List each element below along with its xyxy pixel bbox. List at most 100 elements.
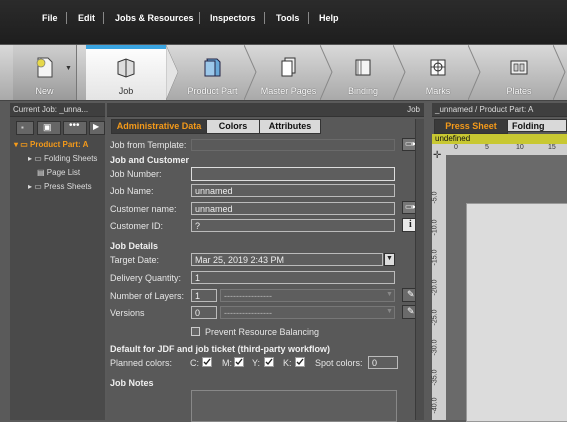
ruler-tick-label: -5.0 [431,191,439,204]
checkmark-icon [235,358,243,366]
tree-item-folding-sheets[interactable]: ▸ ▭ Folding Sheets [28,154,97,163]
step-marks-label: Marks [425,86,451,96]
tree-label: Page List [46,168,81,177]
ruler-tick-label: 10 [516,144,524,151]
menu-file[interactable]: File [42,13,58,23]
step-marks[interactable]: Marks [407,45,469,100]
panel-title: _unnamed / Product Part: A [432,103,567,117]
step-job-label: Job [118,86,134,96]
tree-item-press-sheets[interactable]: ▸ ▭ Press Sheets [28,182,92,191]
delivery-quantity-field[interactable]: 1 [191,271,395,284]
target-date-field[interactable]: Mar 25, 2019 2:43 PM [191,253,383,266]
job-notes-textarea[interactable] [191,390,397,422]
product-part-icon [204,58,220,77]
magenta-checkbox[interactable] [234,357,244,367]
menu-separator [308,12,309,24]
yellow-label: Y: [252,358,261,368]
ruler-tick-label: -25.0 [431,309,439,326]
customer-name-field[interactable]: unnamed [191,202,395,215]
section-job-customer: Job and Customer [110,155,190,165]
target-date-label: Target Date: [110,255,160,265]
job-number-field[interactable] [191,167,395,181]
checkmark-icon [265,358,273,366]
ruler-tick-label: -40.0 [431,397,439,414]
step-plates-label: Plates [506,86,532,96]
new-button[interactable]: ▼ New [13,45,77,100]
step-arrow-icon [166,45,179,100]
product-part-folder-icon: ▭ [20,140,28,149]
menu-inspectors[interactable]: Inspectors [210,13,256,23]
vertical-ruler: ✛ -5.0 -10.0 -15.0 -20.0 -25.0 -30.0 -35… [431,144,446,420]
pencil-icon: ✎ [407,289,415,299]
folder-icon: ▭ [34,154,42,163]
versions-label: Versions [110,308,145,318]
customer-id-field[interactable]: ? [191,219,395,232]
ruler-tick-label: -15.0 [431,249,439,266]
new-document-icon [36,57,53,78]
menu-edit[interactable]: Edit [78,13,95,23]
tab-folding-sheets[interactable]: Folding Shee [507,119,567,132]
more-button[interactable]: ••• [63,120,87,135]
job-from-template-field[interactable] [191,139,395,151]
chevron-down-icon: ▼ [386,291,393,298]
press-sheet-preview [466,203,567,422]
status-bar: undefined [432,134,567,144]
print-button[interactable]: ▣ [37,121,61,135]
black-label: K: [283,358,292,368]
press-sheet-panel: _unnamed / Product Part: A Press Sheet F… [431,103,567,422]
ruler-tick-label: 5 [485,144,489,151]
step-product-part-label: Product Part [187,86,238,96]
cyan-checkbox[interactable] [202,357,212,367]
printer-icon: ▣ [43,122,52,132]
versions-field[interactable]: 0 [191,306,217,319]
tree-item-product-part[interactable]: ▾ ▭ Product Part: A [14,140,88,149]
chevron-down-icon: ▾ [14,140,19,149]
job-number-label: Job Number: [110,169,162,179]
tab-administrative-data[interactable]: Administrative Data [111,119,207,134]
spot-colors-label: Spot colors: [315,358,363,368]
sheet-canvas[interactable] [446,155,567,422]
job-name-field[interactable]: unnamed [191,184,395,197]
marks-icon [430,59,446,76]
forward-button[interactable]: ▶ [89,121,105,135]
tree-label: Press Sheets [44,182,92,191]
step-binding-label: Binding [347,86,379,96]
menu-tools[interactable]: Tools [276,13,299,23]
menu-help[interactable]: Help [319,13,339,23]
chevron-right-icon: ▸ [28,182,33,191]
step-product-part[interactable]: Product Part [180,45,245,100]
tree-root-label: Product Part: A [30,140,89,149]
checkmark-icon [203,358,211,366]
step-master-pages[interactable]: Master Pages [256,45,321,100]
date-dropdown-button[interactable]: ▼ [384,253,395,266]
section-jdf-defaults: Default for JDF and job ticket (third-pa… [110,344,331,354]
number-of-layers-field[interactable]: 1 [191,289,217,302]
master-pages-icon [281,57,295,77]
step-binding[interactable]: Binding [332,45,394,100]
menu-jobs-resources[interactable]: Jobs & Resources [115,13,194,23]
black-checkbox[interactable] [295,357,305,367]
prevent-resource-balancing-checkbox[interactable] [191,327,200,336]
step-plates[interactable]: Plates [485,45,553,100]
delivery-quantity-label: Delivery Quantity: [110,273,182,283]
scrollbar[interactable] [415,119,424,420]
yellow-checkbox[interactable] [264,357,274,367]
spot-colors-field[interactable]: 0 [368,356,398,369]
tab-press-sheet[interactable]: Press Sheet [434,119,508,134]
ruler-tick-label: -35.0 [431,369,439,386]
tree-item-page-list[interactable]: ▤ Page List [37,168,80,177]
tab-colors[interactable]: Colors [206,119,260,134]
workflow-toolbar: ▼ New Job Product Part Master Pages Bind… [0,45,567,101]
menu-separator [264,12,265,24]
versions-select[interactable]: ---------------- [220,306,395,319]
save-tool-button[interactable]: ▪ [16,121,34,135]
customer-name-label: Customer name: [110,204,177,214]
layers-select[interactable]: ---------------- [220,289,395,302]
prevent-resource-balancing-label: Prevent Resource Balancing [205,327,320,337]
tab-attributes[interactable]: Attributes [259,119,321,134]
plates-icon [510,60,528,75]
ruler-tick-label: -10.0 [431,219,439,236]
chevron-down-icon: ▼ [386,308,393,315]
step-arrow-icon [393,45,406,100]
step-job[interactable]: Job [86,45,166,100]
